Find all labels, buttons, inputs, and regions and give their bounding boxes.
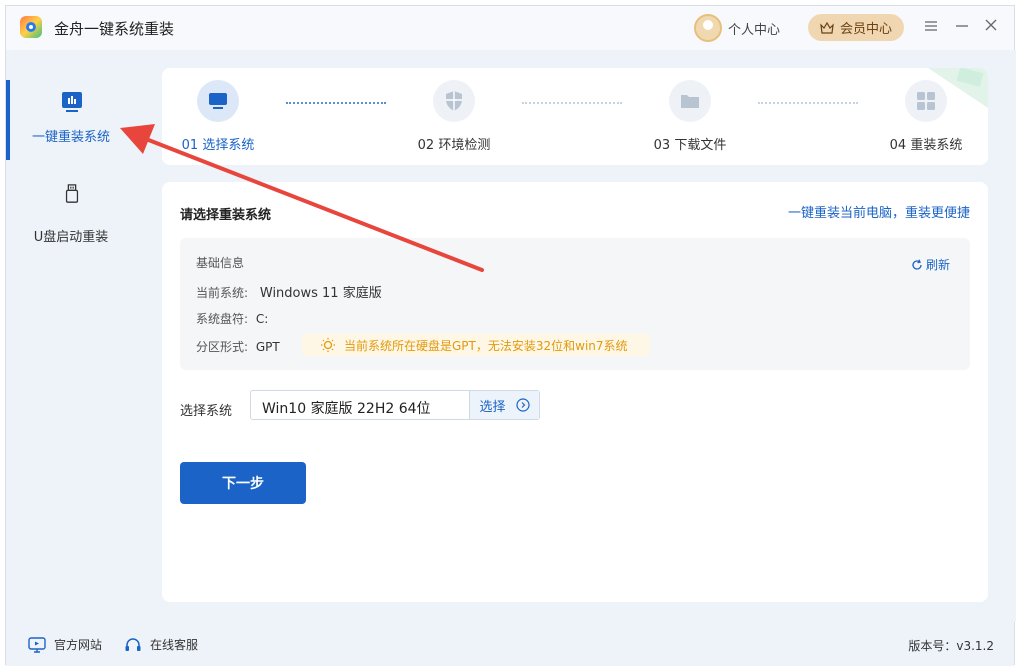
current-system-label: 当前系统: bbox=[196, 286, 249, 300]
avatar bbox=[694, 14, 722, 42]
app-window: 金舟一键系统重装 个人中心 会员中心 一键重装系统 U盘启动重装 01 选择系统… bbox=[5, 5, 1016, 666]
step-circle bbox=[669, 80, 711, 122]
choose-label: 选择 bbox=[479, 399, 506, 415]
step-connector bbox=[286, 102, 386, 104]
step-environment-check: 02 环境检测 bbox=[404, 80, 504, 153]
step-label: 01 选择系统 bbox=[181, 138, 255, 153]
lightbulb-icon bbox=[321, 338, 335, 352]
crown-icon bbox=[820, 21, 834, 34]
step-circle bbox=[197, 80, 239, 122]
next-step-button[interactable]: 下一步 bbox=[180, 462, 306, 504]
step-label: 03 下载文件 bbox=[653, 138, 727, 153]
step-connector bbox=[522, 102, 622, 104]
vip-center-button[interactable]: 会员中心 bbox=[808, 14, 904, 41]
app-title: 金舟一键系统重装 bbox=[54, 20, 175, 38]
step-circle bbox=[433, 80, 475, 122]
version-label: 版本号：v3.1.2 bbox=[908, 639, 994, 653]
minimize-icon[interactable] bbox=[952, 17, 972, 37]
system-drive-label: 系统盘符: bbox=[196, 312, 249, 326]
refresh-icon bbox=[912, 259, 922, 270]
step-label: 02 环境检测 bbox=[417, 138, 491, 153]
choose-system-button[interactable]: 选择 bbox=[469, 391, 539, 419]
shield-icon bbox=[446, 91, 462, 111]
monitor-icon bbox=[209, 93, 227, 109]
system-drive-row: 系统盘符: C: bbox=[196, 310, 268, 327]
folder-icon bbox=[681, 95, 699, 108]
system-drive-value: C: bbox=[255, 312, 269, 326]
online-support-label: 在线客服 bbox=[150, 638, 199, 652]
windows-icon bbox=[917, 92, 935, 110]
monitor-icon bbox=[28, 636, 46, 653]
user-center-button[interactable]: 个人中心 bbox=[694, 14, 780, 42]
refresh-label: 刷新 bbox=[925, 258, 950, 272]
vip-center-label: 会员中心 bbox=[839, 22, 892, 37]
system-version-field[interactable]: Win10 家庭版 22H2 64位 选择 bbox=[250, 390, 540, 420]
step-reinstall-system: 04 重装系统 bbox=[876, 80, 976, 153]
usb-icon bbox=[65, 184, 79, 203]
sidebar-item-one-click-reinstall[interactable]: 一键重装系统 bbox=[6, 80, 136, 160]
step-select-system: 01 选择系统 bbox=[168, 80, 268, 153]
partition-label: 分区形式: bbox=[196, 340, 249, 354]
sidebar: 一键重装系统 U盘启动重装 bbox=[6, 50, 136, 622]
progress-steps: 01 选择系统 02 环境检测 03 下载文件 04 重装系统 bbox=[162, 68, 988, 165]
sidebar-item-usb-reinstall[interactable]: U盘启动重装 bbox=[6, 174, 136, 254]
current-system-value: Windows 11 家庭版 bbox=[259, 286, 382, 301]
step-download-files: 03 下载文件 bbox=[640, 80, 740, 153]
selected-system-value: Win10 家庭版 22H2 64位 bbox=[262, 401, 431, 417]
gpt-warning: 当前系统所在硬盘是GPT，无法安装32位和win7系统 bbox=[302, 334, 650, 356]
step-connector bbox=[758, 102, 858, 104]
user-center-label: 个人中心 bbox=[728, 22, 781, 38]
chevron-right-circle-icon bbox=[515, 398, 530, 412]
current-system-row: 当前系统: Windows 11 家庭版 bbox=[196, 282, 382, 301]
close-icon[interactable] bbox=[981, 17, 1001, 37]
chart-icon bbox=[62, 92, 82, 112]
quick-reinstall-link[interactable]: 一键重装当前电脑，重装更便捷 bbox=[788, 202, 970, 221]
refresh-button[interactable]: 刷新 bbox=[911, 256, 950, 273]
warning-text: 当前系统所在硬盘是GPT，无法安装32位和win7系统 bbox=[344, 338, 628, 353]
official-website-label: 官方网站 bbox=[54, 638, 103, 652]
step-label: 04 重装系统 bbox=[889, 138, 963, 153]
step-circle bbox=[905, 80, 947, 122]
title-bar: 金舟一键系统重装 个人中心 会员中心 bbox=[6, 6, 1014, 50]
app-logo-icon bbox=[20, 16, 42, 38]
partition-row: 分区形式: GPT bbox=[196, 338, 280, 355]
sidebar-item-label: 一键重装系统 bbox=[31, 130, 110, 145]
info-heading: 基础信息 bbox=[196, 256, 245, 270]
select-system-label: 选择系统 bbox=[180, 404, 233, 419]
system-select-card: 请选择重装系统 一键重装当前电脑，重装更便捷 基础信息 刷新 当前系统: Win… bbox=[162, 182, 988, 602]
headset-icon bbox=[125, 637, 141, 651]
online-support-link[interactable]: 在线客服 bbox=[124, 636, 198, 653]
sidebar-item-label: U盘启动重装 bbox=[33, 230, 109, 245]
basic-info-panel: 基础信息 刷新 当前系统: Windows 11 家庭版 系统盘符: C: 分区… bbox=[180, 238, 970, 370]
menu-icon[interactable] bbox=[921, 17, 941, 37]
footer-bar: 官方网站 在线客服 版本号：v3.1.2 bbox=[6, 622, 1014, 666]
main-content: 01 选择系统 02 环境检测 03 下载文件 04 重装系统 请选择重装系统 … bbox=[136, 50, 1016, 622]
official-website-link[interactable]: 官方网站 bbox=[28, 636, 102, 653]
partition-value: GPT bbox=[255, 340, 280, 354]
card-title: 请选择重装系统 bbox=[180, 208, 272, 223]
